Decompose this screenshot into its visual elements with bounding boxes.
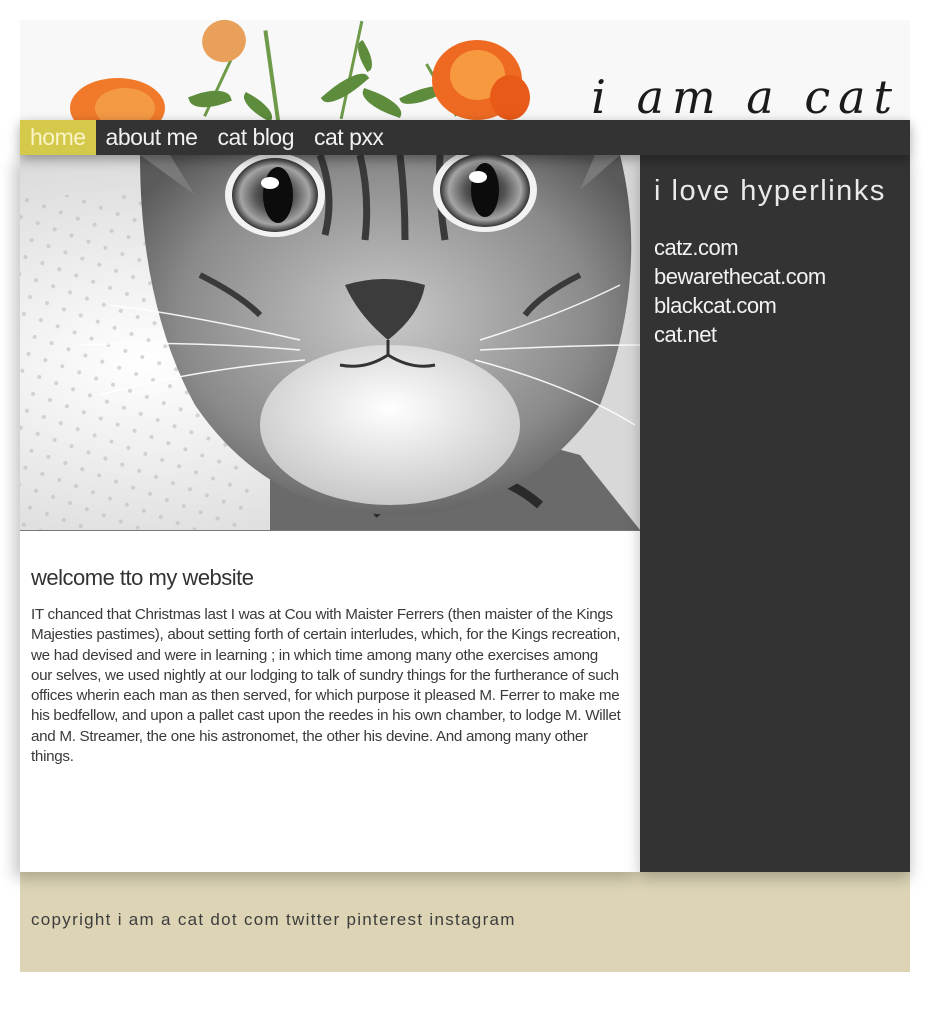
sidebar-link-list: catz.com bewarethecat.com blackcat.com c… xyxy=(654,233,826,349)
sidebar-link-bewarethecat[interactable]: bewarethecat.com xyxy=(654,262,826,291)
sidebar: i love hyperlinks catz.com bewarethecat.… xyxy=(640,155,910,872)
content-body: IT chanced that Christmas last I was at … xyxy=(31,606,621,766)
nav-item-home[interactable]: home xyxy=(20,120,96,155)
header-banner: i am a cat xyxy=(20,20,910,120)
nav-item-cat-pxx[interactable]: cat pxx xyxy=(304,120,393,155)
nav-item-cat-blog[interactable]: cat blog xyxy=(207,120,304,155)
footer-text: copyright i am a cat dot com twitter pin… xyxy=(31,910,516,929)
footer: copyright i am a cat dot com twitter pin… xyxy=(20,872,910,972)
sidebar-link-catz[interactable]: catz.com xyxy=(654,233,826,262)
nav-item-about-me[interactable]: about me xyxy=(96,120,208,155)
sidebar-link-blackcat[interactable]: blackcat.com xyxy=(654,291,826,320)
main-content: welcome tto my website IT chanced that C… xyxy=(20,155,640,872)
hero-cat-image xyxy=(20,155,640,531)
sidebar-heading: i love hyperlinks xyxy=(654,175,886,207)
content-heading: welcome tto my website xyxy=(31,565,254,590)
main-nav: home about me cat blog cat pxx xyxy=(20,120,910,155)
cat-photo xyxy=(20,155,640,530)
sidebar-link-cat-net[interactable]: cat.net xyxy=(654,320,826,349)
site-title: i am a cat xyxy=(591,70,900,120)
